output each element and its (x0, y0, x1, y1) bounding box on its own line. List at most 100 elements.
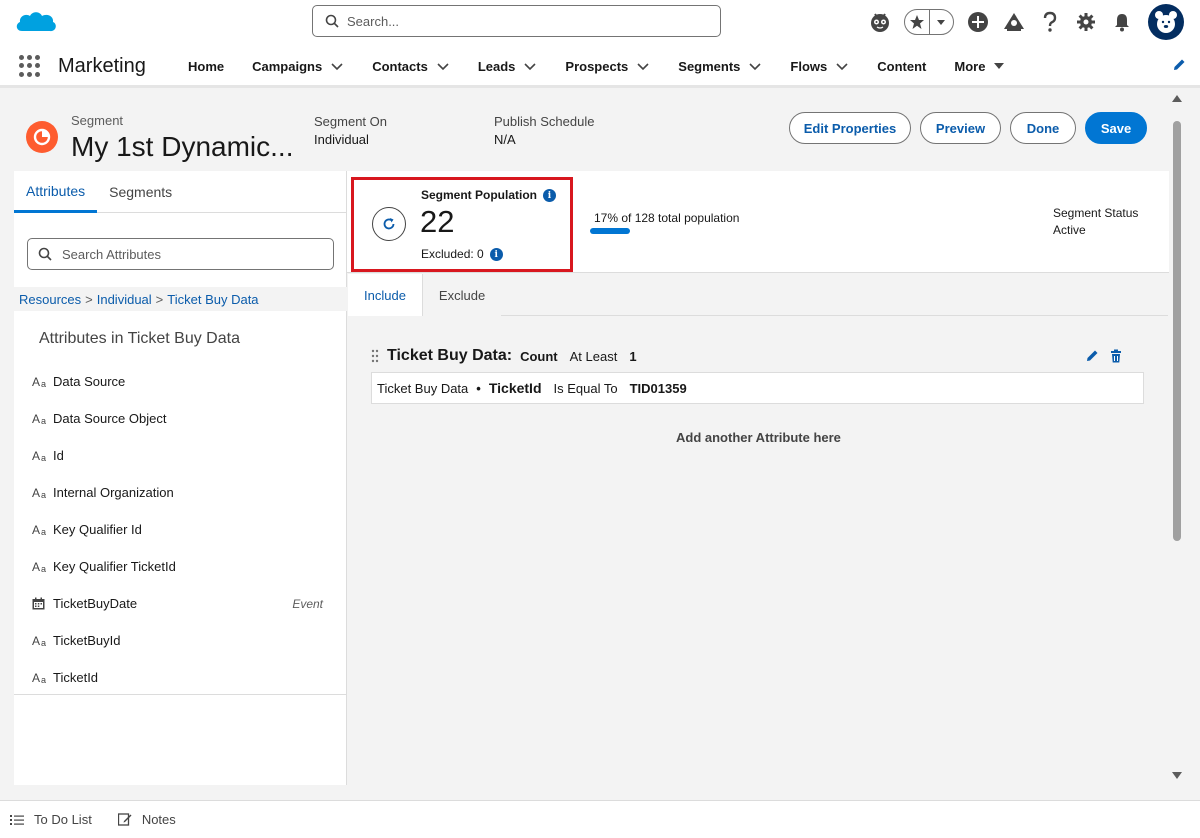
chevron-down-icon[interactable] (636, 59, 650, 73)
tab-exclude[interactable]: Exclude (422, 274, 502, 316)
chevron-down-icon[interactable] (436, 59, 450, 73)
nav-item-label: Home (188, 58, 225, 74)
preview-button[interactable]: Preview (920, 112, 1001, 144)
nav-item-segments[interactable]: Segments (664, 44, 776, 88)
app-launcher-icon[interactable] (19, 55, 41, 77)
chevron-down-icon[interactable] (993, 60, 1005, 72)
attribute-item[interactable]: Aa Id (14, 437, 347, 474)
notifications-bell-icon[interactable] (1104, 4, 1140, 40)
segment-canvas: Segment Population i 22 Excluded: 0 i 17% … (347, 171, 1169, 785)
save-button[interactable]: Save (1085, 112, 1147, 144)
breadcrumb-ticket-buy-data[interactable]: Ticket Buy Data (167, 292, 258, 307)
attribute-name: TicketBuyId (53, 633, 121, 648)
nav-item-home[interactable]: Home (174, 44, 238, 88)
breadcrumb-individual[interactable]: Individual (97, 292, 152, 307)
rule-value[interactable]: 1 (629, 349, 636, 364)
todo-list-button[interactable]: To Do List (10, 812, 92, 827)
nav-item-campaigns[interactable]: Campaigns (238, 44, 358, 88)
chevron-down-icon[interactable] (523, 59, 537, 73)
text-type-icon: Aa (32, 448, 47, 463)
nav-item-more[interactable]: More (940, 44, 1019, 88)
edit-pencil-icon[interactable] (1085, 349, 1099, 363)
done-button[interactable]: Done (1010, 112, 1076, 144)
help-icon[interactable] (1032, 4, 1068, 40)
nav-item-label: Campaigns (252, 58, 323, 74)
nav-item-label: Segments (678, 58, 741, 74)
population-label: Segment Population (421, 188, 538, 202)
attribute-list: Aa Data Source Aa Data Source Object Aa Id Aa I… (14, 363, 347, 696)
refresh-population-button[interactable] (372, 207, 406, 241)
delete-trash-icon[interactable] (1109, 349, 1123, 363)
scroll-thumb[interactable] (1173, 121, 1181, 541)
add-attribute-dropzone[interactable]: Add another Attribute here (676, 430, 841, 445)
tab-include[interactable]: Include (348, 274, 423, 316)
attribute-item[interactable]: Aa Data Source (14, 363, 347, 400)
favorites-star-icon[interactable] (905, 10, 929, 34)
attribute-item[interactable]: Aa Key Qualifier TicketId (14, 548, 347, 585)
edit-nav-pencil-icon[interactable] (1172, 58, 1186, 72)
trailhead-icon[interactable] (996, 4, 1032, 40)
chevron-down-icon[interactable] (835, 59, 849, 73)
population-label-row: Segment Population i (421, 188, 557, 203)
text-type-icon: Aa (32, 633, 47, 648)
rule-condition[interactable]: Ticket Buy Data • TicketId Is Equal To T… (371, 372, 1144, 404)
global-add-icon[interactable] (960, 4, 996, 40)
scroll-down-arrow-icon[interactable] (1172, 772, 1182, 779)
nav-item-leads[interactable]: Leads (464, 44, 552, 88)
publish-schedule-label: Publish Schedule (494, 114, 595, 129)
refresh-icon (383, 218, 395, 230)
favorites-dropdown-icon[interactable] (928, 10, 954, 34)
chevron-down-icon[interactable] (748, 59, 762, 73)
breadcrumb-resources[interactable]: Resources (19, 292, 81, 307)
tab-filler (501, 274, 1168, 315)
text-type-icon: Aa (32, 522, 47, 537)
text-type-icon: Aa (32, 411, 47, 426)
edit-properties-button[interactable]: Edit Properties (789, 112, 911, 144)
excluded-row: Excluded: 0 i (421, 247, 503, 262)
chevron-down-icon[interactable] (330, 59, 344, 73)
rule-operator[interactable]: At Least (570, 349, 618, 364)
drag-handle-icon[interactable] (371, 349, 379, 363)
population-strip: Segment Population i 22 Excluded: 0 i 17% … (347, 171, 1169, 273)
attribute-item[interactable]: TicketBuyDate Event (14, 585, 347, 622)
attribute-item[interactable]: Aa Data Source Object (14, 400, 347, 437)
attribute-name: TicketId (53, 670, 99, 685)
calendar-icon (32, 597, 45, 610)
attribute-item[interactable]: Aa TicketBuyId (14, 622, 347, 659)
nav-item-contacts[interactable]: Contacts (358, 44, 464, 88)
info-icon[interactable]: i (543, 189, 557, 203)
publish-schedule-value: N/A (494, 132, 516, 147)
attributes-heading: Attributes in Ticket Buy Data (39, 330, 240, 347)
attribute-item[interactable]: Aa Key Qualifier Id (14, 511, 347, 548)
user-avatar[interactable] (1148, 4, 1184, 40)
tab-attributes[interactable]: Attributes (14, 171, 98, 213)
nav-item-flows[interactable]: Flows (776, 44, 863, 88)
nav-item-label: Flows (790, 58, 828, 74)
setup-gear-icon[interactable] (1068, 4, 1104, 40)
notes-button[interactable]: Notes (117, 812, 176, 827)
population-progress-bar (590, 228, 630, 234)
notes-icon (117, 813, 132, 826)
text-type-icon: Aa (32, 485, 47, 500)
attribute-name: TicketBuyDate (53, 596, 138, 611)
salesforce-logo[interactable] (14, 7, 58, 37)
nav-item-content[interactable]: Content (863, 44, 940, 88)
page-scrollbar[interactable] (1169, 91, 1185, 785)
info-icon[interactable]: i (489, 248, 503, 262)
attribute-item[interactable]: Aa Internal Organization (14, 474, 347, 511)
segment-status-value: Active (1053, 223, 1086, 237)
tab-segments[interactable]: Segments (97, 171, 184, 213)
rule-aggregate[interactable]: Count (520, 349, 558, 364)
publish-schedule-field: Publish Schedule N/A (494, 113, 594, 149)
search-placeholder: Search... (347, 13, 400, 29)
nav-item-prospects[interactable]: Prospects (551, 44, 664, 88)
attribute-search-input[interactable]: Search Attributes (27, 238, 334, 270)
global-header: Search... (0, 0, 1200, 44)
condition-object: Ticket Buy Data (377, 380, 469, 396)
text-type-icon: Aa (32, 374, 47, 389)
breadcrumb: Resources > Individual > Ticket Buy Data (14, 287, 347, 311)
global-search-input[interactable]: Search... (312, 5, 721, 37)
scroll-up-arrow-icon[interactable] (1172, 95, 1182, 102)
attribute-item[interactable]: Aa TicketId (14, 659, 347, 696)
einstein-icon[interactable] (862, 4, 898, 40)
